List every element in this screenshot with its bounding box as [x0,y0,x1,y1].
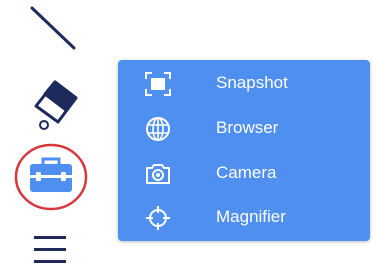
snapshot-label: Snapshot [216,73,288,92]
camera-menu-item[interactable]: Camera [118,152,370,196]
snapshot-icon [145,72,171,96]
toolbar [0,0,110,279]
tools-popup-menu: Snapshot Browser Camera Magnifier [118,60,370,241]
toolbox-tool-button[interactable] [13,142,93,212]
browser-label: Browser [216,118,279,137]
menu-icon [34,236,66,263]
toolbox-icon [14,143,88,211]
line-icon [30,6,76,50]
eraser-tool-button[interactable] [28,78,80,134]
menu-tool-button[interactable] [32,234,70,270]
line-tool-button[interactable] [28,4,80,52]
eraser-icon [34,80,78,130]
magnifier-label: Magnifier [216,207,286,226]
globe-icon [146,117,170,141]
browser-menu-item[interactable]: Browser [118,107,370,151]
crosshair-icon [146,206,170,230]
snapshot-menu-item[interactable]: Snapshot [118,62,370,106]
camera-label: Camera [216,163,277,182]
magnifier-menu-item[interactable]: Magnifier [118,196,370,240]
camera-icon [146,164,170,184]
